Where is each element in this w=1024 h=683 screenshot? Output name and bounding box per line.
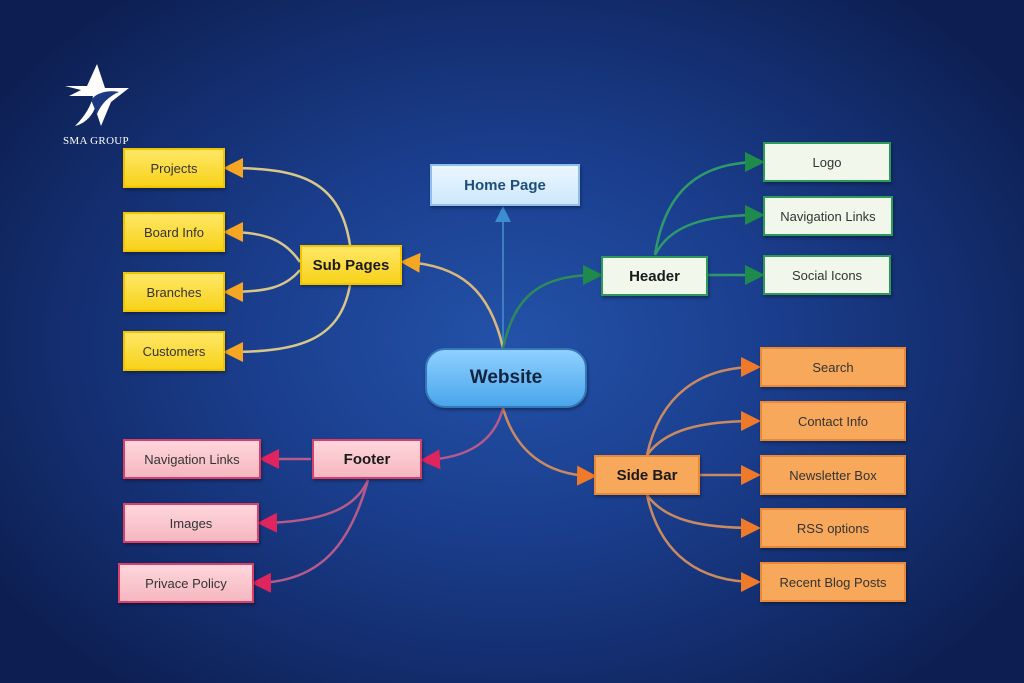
node-search[interactable]: Search <box>760 347 906 387</box>
node-images[interactable]: Images <box>123 503 259 543</box>
node-logo[interactable]: Logo <box>763 142 891 182</box>
node-newsletter-box[interactable]: Newsletter Box <box>760 455 906 495</box>
node-footer[interactable]: Footer <box>312 439 422 479</box>
brand-name: SMA GROUP <box>63 135 129 147</box>
node-privacy-policy[interactable]: Privace Policy <box>118 563 254 603</box>
node-rss-options[interactable]: RSS options <box>760 508 906 548</box>
node-footer-navigation-links[interactable]: Navigation Links <box>123 439 261 479</box>
node-header-navigation-links[interactable]: Navigation Links <box>763 196 893 236</box>
node-side-bar[interactable]: Side Bar <box>594 455 700 495</box>
node-customers[interactable]: Customers <box>123 331 225 371</box>
node-projects[interactable]: Projects <box>123 148 225 188</box>
node-home-page[interactable]: Home Page <box>430 164 580 206</box>
link-header <box>501 265 603 349</box>
link-sidebar <box>501 407 597 486</box>
node-social-icons[interactable]: Social Icons <box>763 255 891 295</box>
link-subpages <box>400 252 505 349</box>
node-header[interactable]: Header <box>601 256 708 296</box>
node-branches[interactable]: Branches <box>123 272 225 312</box>
node-board-info[interactable]: Board Info <box>123 212 225 252</box>
node-contact-info[interactable]: Contact Info <box>760 401 906 441</box>
star-bird-icon <box>65 64 129 126</box>
node-recent-blog-posts[interactable]: Recent Blog Posts <box>760 562 906 602</box>
brand-logo: SMA GROUP <box>56 62 136 147</box>
node-sub-pages[interactable]: Sub Pages <box>300 245 402 285</box>
link-footer <box>420 407 505 470</box>
node-website[interactable]: Website <box>425 348 587 408</box>
